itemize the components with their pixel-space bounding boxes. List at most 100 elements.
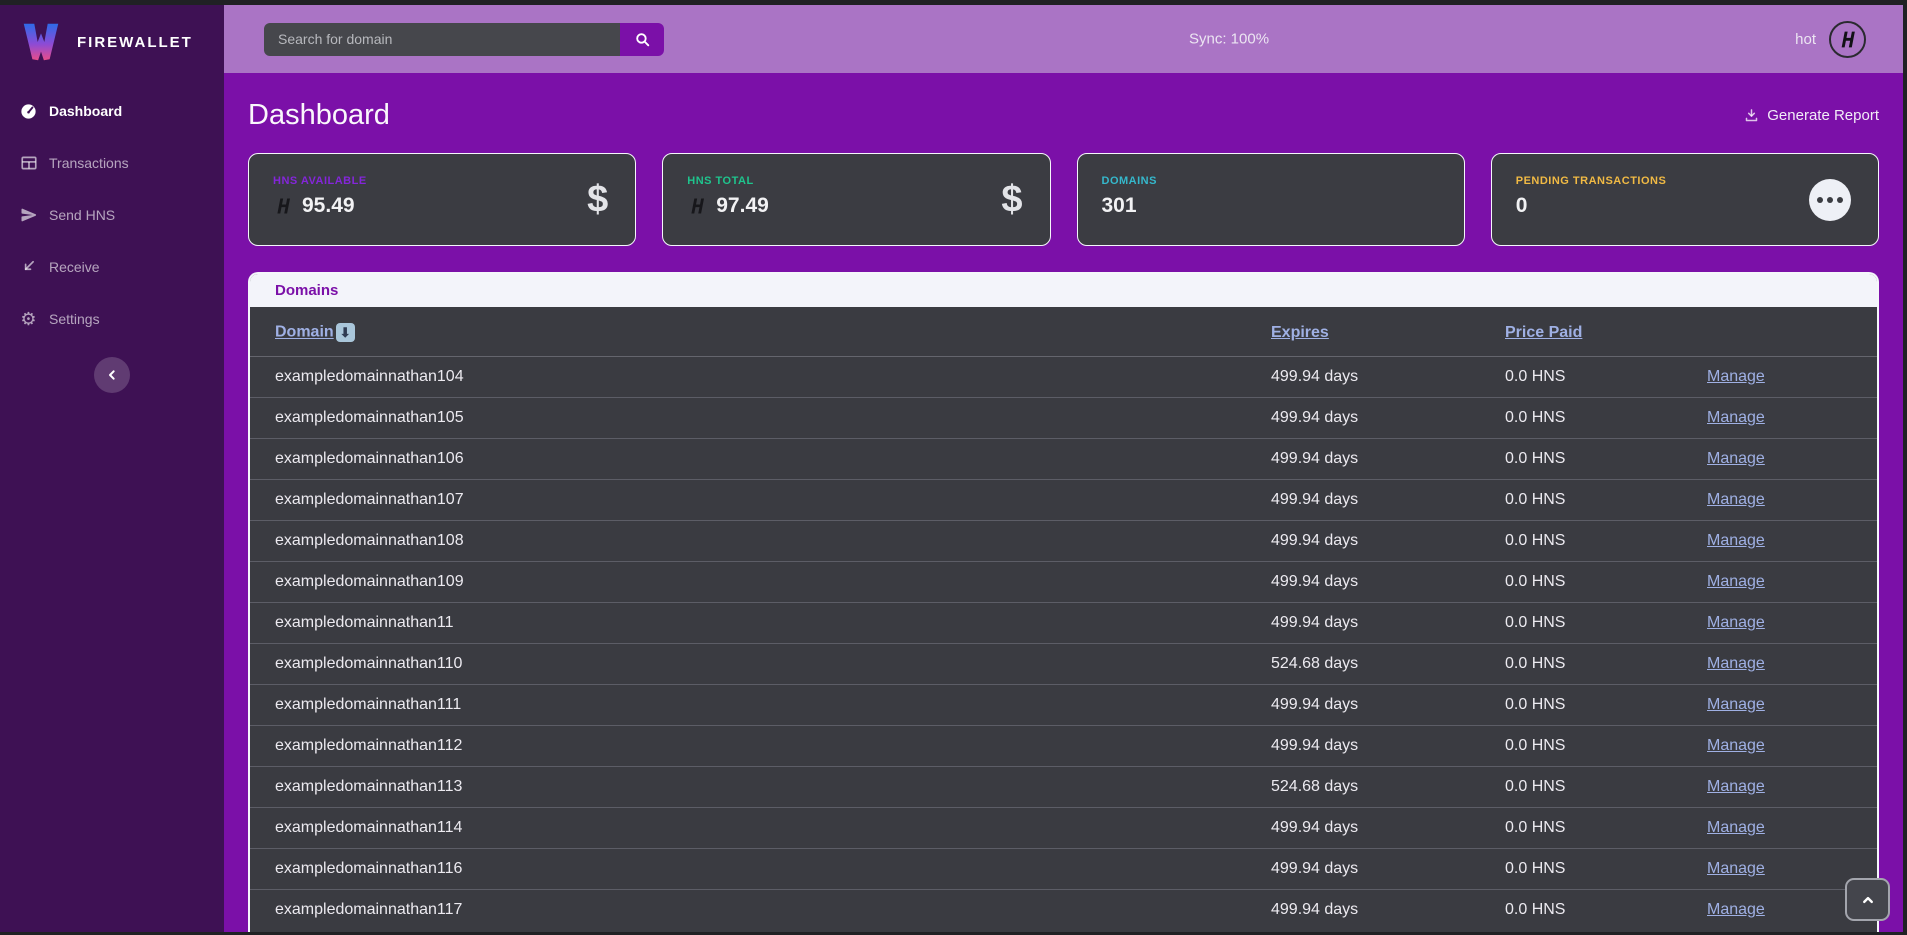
- manage-link[interactable]: Manage: [1707, 778, 1765, 795]
- domain-table-row: exampledomainnathan112 499.94 days 0.0 H…: [250, 726, 1877, 767]
- price-paid-cell: 0.0 HNS: [1505, 439, 1707, 480]
- domain-name-cell: exampledomainnathan113: [250, 767, 1271, 808]
- manage-link[interactable]: Manage: [1707, 655, 1765, 672]
- price-paid-cell: 0.0 HNS: [1505, 890, 1707, 931]
- domain-name-cell: exampledomainnathan111: [250, 685, 1271, 726]
- chevron-up-icon: [1859, 891, 1877, 909]
- sort-domain-link[interactable]: Domain: [275, 324, 334, 341]
- generate-report-button[interactable]: Generate Report: [1744, 107, 1879, 124]
- wallet-name: hot: [1795, 31, 1816, 48]
- search-group: [264, 23, 664, 56]
- column-header-expires: Expires: [1271, 307, 1505, 357]
- column-header-actions: [1707, 307, 1877, 357]
- domain-name-cell: exampledomainnathan110: [250, 644, 1271, 685]
- stat-card-label: HNS TOTAL: [687, 175, 1025, 187]
- expires-cell: 499.94 days: [1271, 726, 1505, 767]
- expires-cell: 499.94 days: [1271, 357, 1505, 398]
- window-edge-top: [0, 0, 1907, 5]
- manage-link[interactable]: Manage: [1707, 409, 1765, 426]
- sidebar-item-dashboard[interactable]: Dashboard: [0, 85, 224, 137]
- hns-logo-icon: [687, 196, 707, 216]
- domain-table-row: exampledomainnathan113 524.68 days 0.0 H…: [250, 767, 1877, 808]
- domain-table-row: exampledomainnathan108 499.94 days 0.0 H…: [250, 521, 1877, 562]
- receive-arrow-icon: [19, 258, 38, 277]
- sync-status: Sync: 100%: [1189, 31, 1269, 48]
- price-paid-cell: 0.0 HNS: [1505, 808, 1707, 849]
- stat-card-value-row: 301: [1102, 194, 1440, 218]
- firewallet-logo-icon: [18, 19, 64, 65]
- sidebar-collapse-button[interactable]: [94, 357, 130, 393]
- stat-card-value-row: 97.49: [687, 194, 1025, 218]
- price-paid-cell: 0.0 HNS: [1505, 398, 1707, 439]
- expires-cell: 499.94 days: [1271, 562, 1505, 603]
- tachometer-icon: [19, 102, 38, 121]
- stat-card-domains: DOMAINS 301: [1077, 153, 1465, 246]
- handshake-logo-icon[interactable]: [1829, 21, 1866, 58]
- price-paid-cell: 0.0 HNS: [1505, 357, 1707, 398]
- sidebar-item-label: Settings: [49, 311, 100, 327]
- sidebar-item-transactions[interactable]: Transactions: [0, 137, 224, 189]
- expires-cell: 499.94 days: [1271, 521, 1505, 562]
- manage-link[interactable]: Manage: [1707, 450, 1765, 467]
- expires-cell: 499.94 days: [1271, 890, 1505, 931]
- domain-name-cell: exampledomainnathan114: [250, 808, 1271, 849]
- generate-report-label: Generate Report: [1767, 107, 1879, 124]
- stat-card-label: DOMAINS: [1102, 175, 1440, 187]
- hns-logo-icon: [273, 196, 293, 216]
- manage-link[interactable]: Manage: [1707, 737, 1765, 754]
- stat-card-value: 97.49: [716, 194, 769, 218]
- manage-link[interactable]: Manage: [1707, 860, 1765, 877]
- sort-expires-link[interactable]: Expires: [1271, 324, 1329, 341]
- brand[interactable]: FIREWALLET: [0, 5, 224, 65]
- manage-link[interactable]: Manage: [1707, 614, 1765, 631]
- dollar-icon: $: [1001, 178, 1022, 221]
- manage-link[interactable]: Manage: [1707, 532, 1765, 549]
- stat-card-value-row: 0: [1516, 194, 1854, 218]
- search-button[interactable]: [620, 23, 664, 56]
- sidebar-item-send-hns[interactable]: Send HNS: [0, 189, 224, 241]
- firewallet-app: FIREWALLET Dashboard Transactions Send H…: [0, 0, 1907, 935]
- domain-name-cell: exampledomainnathan117: [250, 890, 1271, 931]
- domain-name-cell: exampledomainnathan108: [250, 521, 1271, 562]
- scroll-to-top-button[interactable]: [1845, 878, 1890, 921]
- sidebar-item-label: Dashboard: [49, 103, 122, 119]
- sort-descending-icon[interactable]: ⬇: [336, 323, 355, 342]
- domain-table-row: exampledomainnathan107 499.94 days 0.0 H…: [250, 480, 1877, 521]
- domain-table-row: exampledomainnathan106 499.94 days 0.0 H…: [250, 439, 1877, 480]
- manage-link[interactable]: Manage: [1707, 491, 1765, 508]
- sidebar-item-label: Receive: [49, 259, 100, 275]
- domains-panel: Domains Domain⬇ Expires Price Paid: [248, 272, 1879, 935]
- table-icon: [19, 154, 38, 173]
- expires-cell: 524.68 days: [1271, 767, 1505, 808]
- manage-link[interactable]: Manage: [1707, 819, 1765, 836]
- expires-cell: 499.94 days: [1271, 439, 1505, 480]
- stat-card-value-row: 95.49: [273, 194, 611, 218]
- sidebar-item-settings[interactable]: ⚙ Settings: [0, 293, 224, 345]
- stat-card-value: 0: [1516, 194, 1528, 218]
- chevron-left-icon: [104, 367, 120, 383]
- domain-table-row: exampledomainnathan116 499.94 days 0.0 H…: [250, 849, 1877, 890]
- column-header-domain: Domain⬇: [250, 307, 1271, 357]
- window-edge-right: [1903, 0, 1907, 935]
- expires-cell: 499.94 days: [1271, 849, 1505, 890]
- stat-card-value: 95.49: [302, 194, 355, 218]
- domain-name-cell: exampledomainnathan112: [250, 726, 1271, 767]
- sidebar-item-label: Transactions: [49, 155, 129, 171]
- expires-cell: 499.94 days: [1271, 398, 1505, 439]
- page-header: Dashboard Generate Report: [248, 94, 1879, 136]
- search-input[interactable]: [264, 23, 620, 56]
- sort-price-link[interactable]: Price Paid: [1505, 324, 1582, 341]
- sidebar: FIREWALLET Dashboard Transactions Send H…: [0, 5, 224, 935]
- sidebar-item-receive[interactable]: Receive: [0, 241, 224, 293]
- domain-table-row: exampledomainnathan104 499.94 days 0.0 H…: [250, 357, 1877, 398]
- paper-plane-icon: [19, 206, 38, 225]
- download-icon: [1744, 108, 1759, 123]
- ellipsis-icon[interactable]: [1809, 179, 1851, 221]
- expires-cell: 499.94 days: [1271, 808, 1505, 849]
- manage-link[interactable]: Manage: [1707, 368, 1765, 385]
- manage-link[interactable]: Manage: [1707, 901, 1765, 918]
- manage-link[interactable]: Manage: [1707, 696, 1765, 713]
- manage-link[interactable]: Manage: [1707, 573, 1765, 590]
- domain-name-cell: exampledomainnathan104: [250, 357, 1271, 398]
- wallet-selector[interactable]: hot: [1795, 21, 1866, 58]
